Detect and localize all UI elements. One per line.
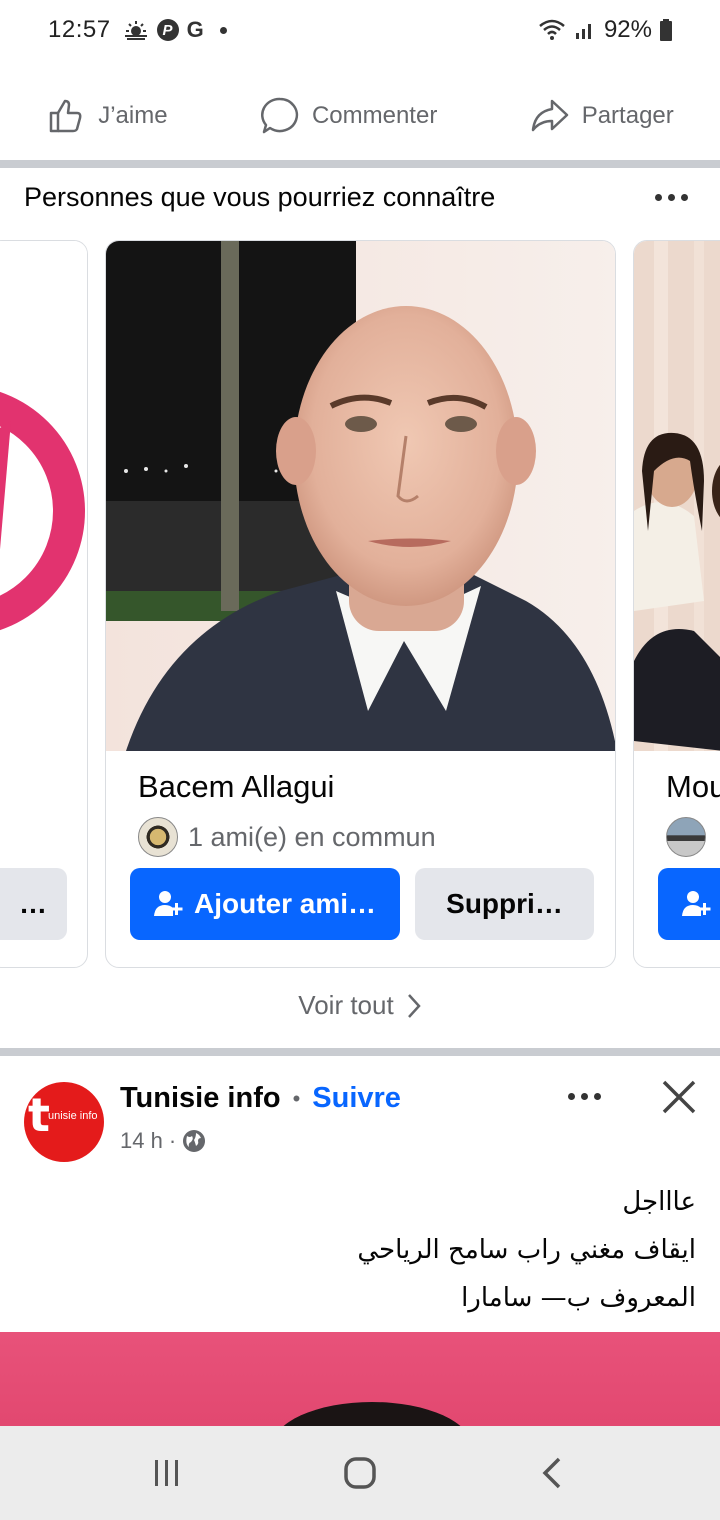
post-text-line: ايقاف مغني راب سامح الرياحي <box>357 1235 696 1265</box>
chevron-right-icon <box>407 993 421 1018</box>
page-name[interactable]: Tunisie info <box>120 1082 281 1115</box>
status-right: 92% <box>538 16 672 44</box>
wifi-icon <box>539 19 565 40</box>
post-image[interactable] <box>0 1332 720 1426</box>
share-button[interactable]: Partager <box>530 96 674 136</box>
comment-bubble-icon <box>261 97 299 134</box>
comment-button[interactable]: Commenter <box>260 96 437 136</box>
post-time[interactable]: 14 h <box>120 1128 163 1154</box>
pymk-card-left[interactable]: … <box>0 240 88 968</box>
pymk-card[interactable]: Bacem Allagui 1 ami(e) en commun Ajouter… <box>105 240 616 968</box>
person-name-partial[interactable]: Mou <box>666 769 720 805</box>
signal-icon <box>575 24 591 39</box>
status-icons-left: P G <box>123 17 227 43</box>
page-avatar-letter: t <box>28 1088 50 1142</box>
section-divider <box>0 160 720 168</box>
share-arrow-icon <box>531 99 568 132</box>
share-label: Partager <box>581 102 674 129</box>
comment-label: Commenter <box>311 102 438 129</box>
remove-button[interactable]: Suppri… <box>415 868 594 940</box>
header-separator: • <box>292 1085 301 1111</box>
globe-icon <box>183 1130 206 1152</box>
meta-separator: · <box>168 1128 177 1153</box>
add-friend-icon <box>682 891 711 916</box>
add-friend-label: Ajouter ami… <box>193 888 377 919</box>
page-avatar-text: unisie info <box>48 1110 98 1122</box>
like-label: J’aime <box>98 102 168 129</box>
status-bar: 12:57 P G 92% <box>0 0 720 60</box>
section-divider <box>0 1048 720 1056</box>
add-friend-button-partial[interactable] <box>658 868 720 940</box>
mutual-friend-avatar <box>138 817 178 857</box>
post-meta: 14 h · <box>120 1128 206 1154</box>
notification-dot-icon <box>219 26 227 34</box>
remove-label: Suppri… <box>446 888 563 919</box>
person-name[interactable]: Bacem Allagui <box>138 769 334 805</box>
recent-apps-icon[interactable] <box>147 1453 187 1493</box>
mutual-friends: 1 ami(e) en commun <box>138 817 436 857</box>
thumbs-up-icon <box>49 99 82 133</box>
pymk-card-left-button[interactable]: … <box>0 868 67 940</box>
post-action-bar: J’aime Commenter Partager <box>0 78 720 154</box>
post-header: Tunisie info • Suivre <box>120 1082 401 1115</box>
post-text-line: عاااجل <box>622 1187 696 1217</box>
post-more-options-icon[interactable] <box>562 1087 607 1106</box>
home-icon[interactable] <box>340 1453 380 1493</box>
pymk-card-right[interactable]: Mou <box>633 240 720 968</box>
add-friend-icon <box>153 891 183 916</box>
add-friend-button[interactable]: Ajouter ami… <box>130 868 400 940</box>
profile-photo[interactable] <box>106 241 615 751</box>
battery-percent: 92% <box>603 16 652 43</box>
close-icon[interactable] <box>656 1074 702 1120</box>
mutual-friends-label: 1 ami(e) en commun <box>188 821 436 852</box>
pymk-card-right-photo[interactable] <box>634 241 720 751</box>
android-nav-bar <box>0 1426 720 1520</box>
like-button[interactable]: J’aime <box>46 96 168 136</box>
pymk-title: Personnes que vous pourriez connaître <box>24 182 496 212</box>
pymk-card-left-button-label: … <box>19 888 47 919</box>
post-text-line: المعروف ب— سامارا <box>461 1283 696 1313</box>
follow-button[interactable]: Suivre <box>312 1082 401 1115</box>
status-time: 12:57 <box>48 16 111 43</box>
pymk-header: Personnes que vous pourriez connaître <box>24 182 696 213</box>
mutual-friend-avatar <box>666 817 706 857</box>
see-all-link[interactable]: Voir tout <box>0 990 720 1021</box>
post-text: عاااجل ايقاف مغني راب سامح الرياحي المعر… <box>24 1178 696 1322</box>
page-avatar[interactable]: t unisie info <box>24 1082 104 1162</box>
weather-icon <box>124 21 147 40</box>
mutual-friends-partial <box>666 817 706 857</box>
back-icon[interactable] <box>533 1453 573 1493</box>
pink-logo-image <box>0 391 85 631</box>
pymk-card-left-photo <box>0 241 87 751</box>
google-icon: G <box>186 17 204 42</box>
see-all-label: Voir tout <box>298 990 394 1020</box>
p-app-icon: P <box>156 19 179 41</box>
pymk-more-options-icon[interactable] <box>647 186 696 209</box>
battery-icon <box>660 19 672 41</box>
